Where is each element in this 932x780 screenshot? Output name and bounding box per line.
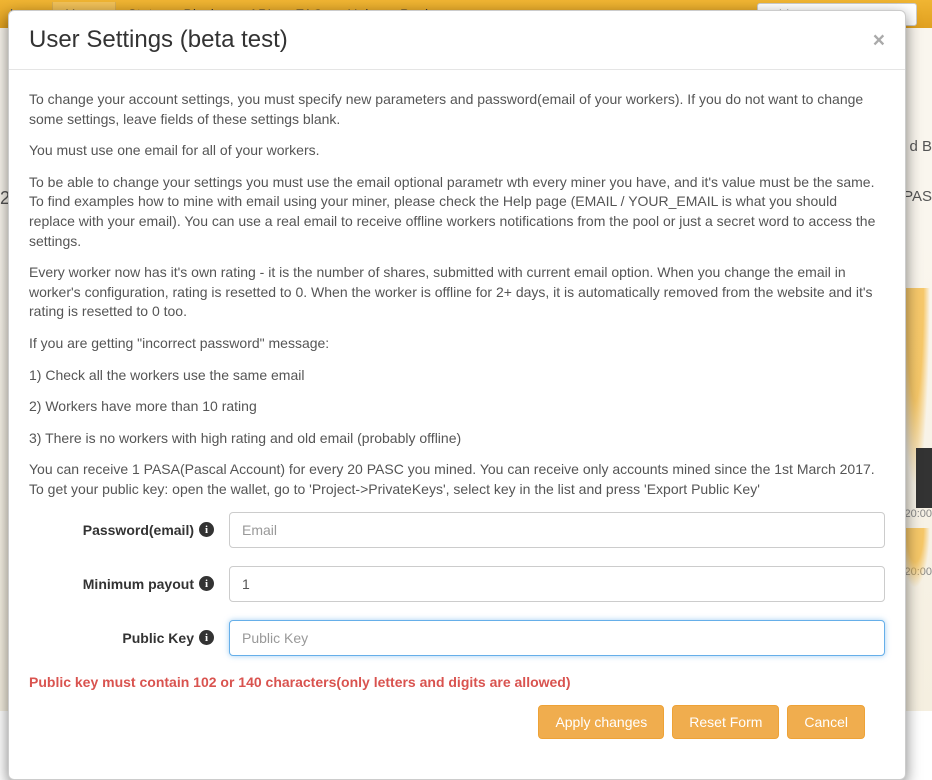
error-message: Public key must contain 102 or 140 chara…	[29, 674, 885, 690]
payout-input[interactable]	[229, 566, 885, 602]
help-text: 3) There is no workers with high rating …	[29, 429, 885, 449]
close-icon[interactable]: ×	[873, 30, 885, 51]
form-group-payout: Minimum payout i	[29, 566, 885, 602]
user-settings-modal: User Settings (beta test) × To change yo…	[8, 10, 906, 780]
password-label: Password(email) i	[29, 522, 229, 538]
modal-body: To change your account settings, you mus…	[9, 70, 905, 779]
help-text: 2) Workers have more than 10 rating	[29, 397, 885, 417]
help-text: 1) Check all the workers use the same em…	[29, 366, 885, 386]
info-icon[interactable]: i	[199, 630, 214, 645]
info-icon[interactable]: i	[199, 576, 214, 591]
pubkey-input[interactable]	[229, 620, 885, 656]
modal-footer: Apply changes Reset Form Cancel	[29, 705, 885, 759]
help-text: You must use one email for all of your w…	[29, 141, 885, 161]
help-text: To change your account settings, you mus…	[29, 90, 885, 129]
apply-button[interactable]: Apply changes	[538, 705, 664, 739]
help-text: To be able to change your settings you m…	[29, 173, 885, 251]
password-input[interactable]	[229, 512, 885, 548]
modal-title: User Settings (beta test)	[29, 26, 873, 54]
reset-button[interactable]: Reset Form	[672, 705, 779, 739]
pubkey-label: Public Key i	[29, 630, 229, 646]
help-text: Every worker now has it's own rating - i…	[29, 263, 885, 322]
modal-header: User Settings (beta test) ×	[9, 11, 905, 70]
form-group-password: Password(email) i	[29, 512, 885, 548]
help-text: If you are getting "incorrect password" …	[29, 334, 885, 354]
info-icon[interactable]: i	[199, 522, 214, 537]
payout-label: Minimum payout i	[29, 576, 229, 592]
form-group-pubkey: Public Key i	[29, 620, 885, 656]
cancel-button[interactable]: Cancel	[787, 705, 865, 739]
help-text: You can receive 1 PASA(Pascal Account) f…	[29, 460, 885, 499]
